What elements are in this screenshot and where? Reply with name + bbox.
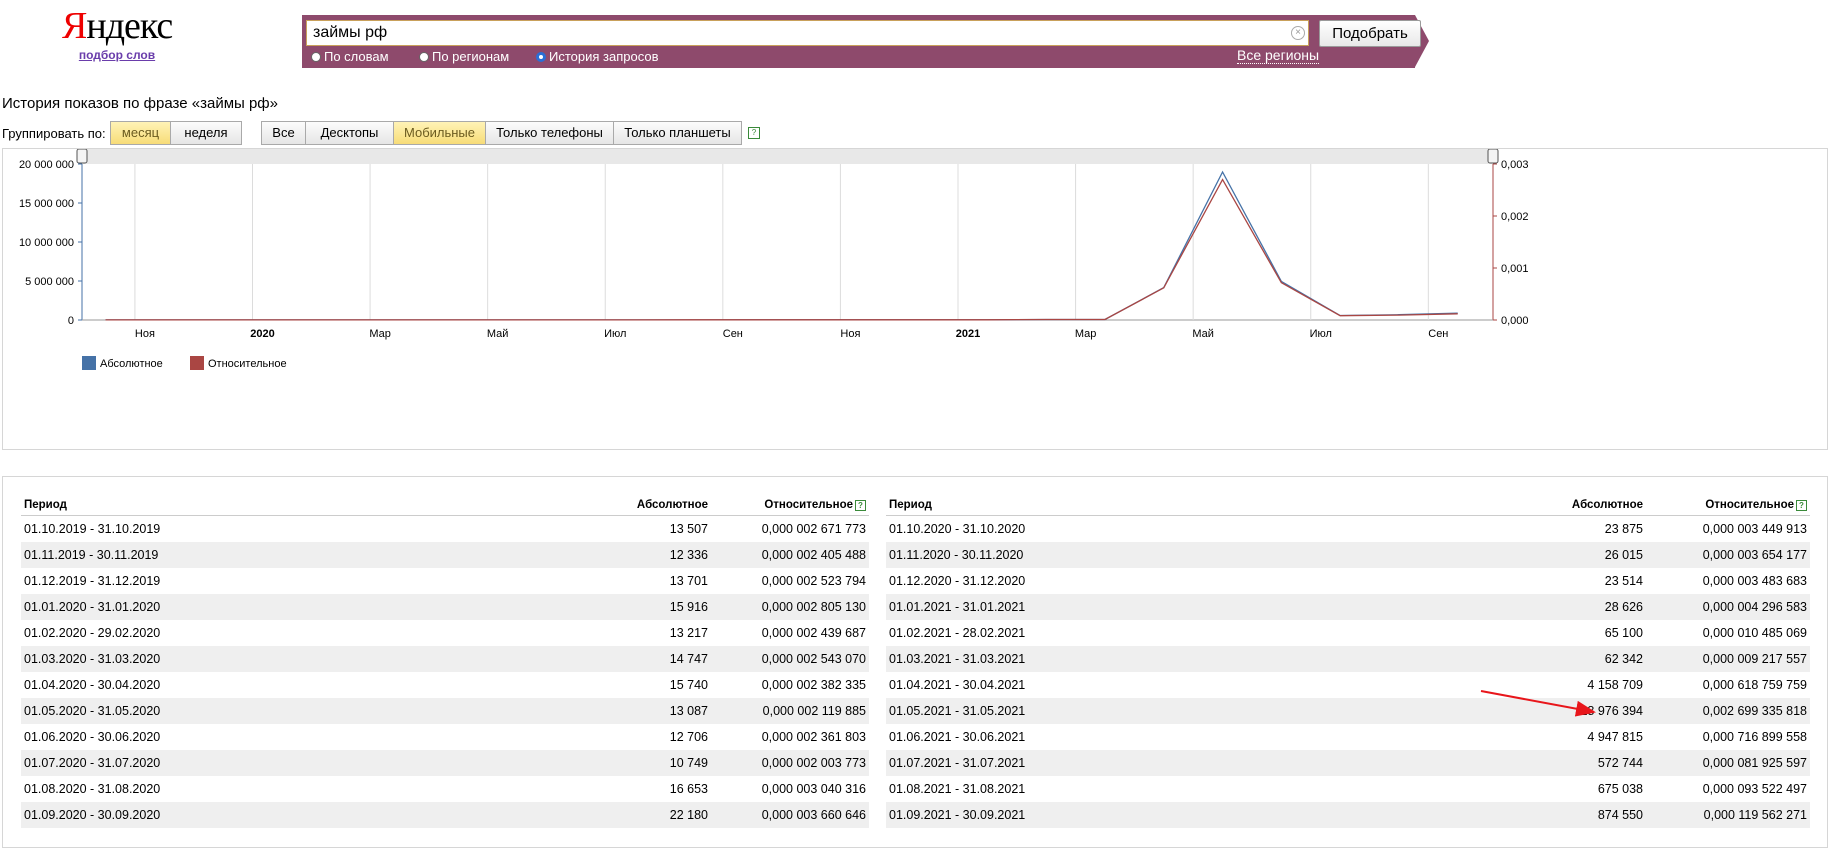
clear-icon[interactable]: ×	[1291, 26, 1305, 40]
y-right-tick-label: 0,000	[1501, 315, 1529, 327]
x-tick-label: Май	[1192, 328, 1214, 340]
red-arrow-annotation	[1480, 690, 1596, 717]
group-month-button[interactable]: месяц	[110, 121, 171, 145]
y-right-tick-label: 0,001	[1501, 263, 1529, 275]
y-left-tick-label: 10 000 000	[19, 237, 74, 249]
yandex-logo[interactable]: Яндекс подбор слов	[62, 4, 173, 62]
x-tick-label: Июл	[1310, 328, 1332, 340]
search-input[interactable]: займы рф	[306, 20, 1309, 46]
page-title: История показов по фразе «займы рф»	[2, 95, 278, 112]
submit-button[interactable]: Подобрать	[1319, 20, 1421, 47]
y-left-tick-label: 0	[68, 315, 74, 327]
plot-area	[82, 164, 1493, 320]
x-tick-label: Ноя	[135, 328, 155, 340]
device-phones-button[interactable]: Только телефоны	[485, 121, 614, 145]
navigator-band	[82, 149, 1493, 164]
x-tick-label: Сен	[1428, 328, 1448, 340]
device-desktops-button[interactable]: Десктопы	[305, 121, 394, 145]
x-tick-label: Мар	[369, 328, 391, 340]
history-chart: Ноя 2020 Мар Май Июл Сен Ноя 2021 Мар Май Июл Сен 20…	[19, 149, 1529, 370]
radio-selected-icon[interactable]	[536, 52, 546, 62]
table-panel: Период Абсолютное Относительное? 01.10.2…	[2, 476, 1828, 848]
y-left-tick-label: 15 000 000	[19, 198, 74, 210]
chart-panel: Ноя 2020 Мар Май Июл Сен Ноя 2021 Мар Май Июл Сен 20…	[2, 148, 1828, 450]
legend-swatch	[190, 356, 204, 370]
radio-by-regions[interactable]: По регионам	[419, 49, 509, 65]
legend-swatch	[82, 356, 96, 370]
y-left-tick-label: 5 000 000	[25, 276, 74, 288]
group-week-button[interactable]: неделя	[170, 121, 242, 145]
radio-label: История запросов	[549, 49, 659, 64]
y-right-tick-label: 0,003	[1501, 159, 1529, 171]
group-by-label: Группировать по:	[2, 126, 106, 141]
y-left-tick-label: 20 000 000	[19, 159, 74, 171]
radio-icon[interactable]	[419, 52, 429, 62]
x-tick-label: Июл	[604, 328, 626, 340]
device-tablets-button[interactable]: Только планшеты	[613, 121, 742, 145]
x-tick-label: 2021	[956, 328, 980, 340]
navigator-right-handle[interactable]	[1487, 149, 1499, 164]
legend-label: Относительное	[208, 358, 287, 370]
x-tick-label: Мар	[1075, 328, 1097, 340]
device-all-button[interactable]: Все	[261, 121, 306, 145]
radio-label: По словам	[324, 49, 389, 64]
radio-history[interactable]: История запросов	[536, 49, 659, 65]
y-right-tick-label: 0,002	[1501, 211, 1529, 223]
x-tick-label: Май	[487, 328, 509, 340]
radio-icon[interactable]	[311, 52, 321, 62]
navigator-left-handle[interactable]	[76, 149, 88, 164]
regions-link[interactable]: Все регионы	[1237, 47, 1320, 64]
logo-rest: ндекс	[86, 5, 173, 47]
legend-label: Абсолютное	[100, 358, 163, 370]
radio-by-words[interactable]: По словам	[311, 49, 389, 65]
x-tick-label: Ноя	[840, 328, 860, 340]
logo-text: Яндекс	[62, 4, 173, 48]
annotation-layer	[1480, 690, 1596, 717]
question-icon[interactable]: ?	[748, 127, 760, 139]
x-tick-label: 2020	[250, 328, 274, 340]
radio-label: По регионам	[432, 49, 510, 64]
x-tick-label: Сен	[723, 328, 743, 340]
logo-first-letter: Я	[62, 5, 87, 47]
device-mobile-button[interactable]: Мобильные	[393, 121, 486, 145]
logo-subtitle-link[interactable]: подбор слов	[62, 48, 172, 62]
